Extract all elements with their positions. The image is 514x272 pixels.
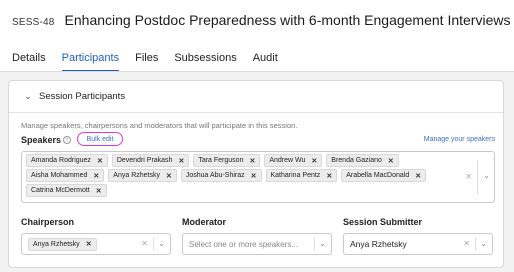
speaker-chip: Arabella MacDonald ✕ [341,169,427,182]
page-header: SESS-48 Enhancing Postdoc Preparedness w… [12,12,510,28]
chip-label: Aisha Mohammed [31,172,88,179]
speakers-multiselect[interactable]: Amanda Rodriguez ✕ Devendri Prakash ✕ Tara F… [21,151,495,203]
speaker-chip: Andrew Wu ✕ [264,154,323,167]
manage-speakers-link[interactable]: Manage your speakers [424,136,495,143]
speakers-label: Speakers [21,135,62,145]
chip-label: Katharina Pentz [270,172,321,179]
submitter-label: Session Submitter [343,217,423,227]
tab-bar: Details Participants Files Subsessions A… [12,52,278,72]
clear-icon[interactable]: ✕ [463,239,470,248]
submitter-value: Anya Rzhetsky [350,239,407,249]
remove-chip-icon[interactable]: ✕ [311,157,317,165]
bulk-edit-button[interactable]: Bulk edit [77,132,123,146]
remove-chip-icon[interactable]: ✕ [415,172,421,180]
remove-chip-icon[interactable]: ✕ [96,187,102,195]
submitter-field: Session Submitter Anya Rzhetsky ✕ ⌄ [343,217,493,255]
chairperson-chip: Anya Rzhetsky ✕ [28,237,97,251]
remove-chip-icon[interactable]: ✕ [178,157,184,165]
panel-title: Session Participants [39,91,126,102]
chevron-down-icon[interactable]: ⌄ [483,171,490,180]
speaker-chip: Katharina Pentz ✕ [265,169,338,182]
speaker-chip: Tara Ferguson ✕ [193,154,261,167]
divider [475,238,476,250]
divider [153,238,154,250]
chevron-down-icon[interactable]: ⌄ [480,239,487,248]
remove-chip-icon[interactable]: ✕ [93,172,99,180]
chip-label: Anya Rzhetsky [33,240,80,248]
chairperson-field: Chairperson Anya Rzhetsky ✕ ✕ ⌄ [21,217,171,255]
divider [477,160,478,194]
moderator-placeholder: Select one or more speakers... [189,239,298,249]
moderator-select[interactable]: Select one or more speakers... ⌄ [182,233,332,255]
chip-label: Amanda Rodriguez [31,157,91,164]
chip-label: Joshua Abu-Shiraz [185,172,245,179]
speaker-chip: Anya Rzhetsky ✕ [108,169,177,182]
chevron-down-icon[interactable]: ⌄ [158,239,165,248]
chevron-down-icon[interactable]: ⌄ [319,239,326,248]
remove-chip-icon[interactable]: ✕ [326,172,332,180]
remove-chip-icon[interactable]: ✕ [251,172,257,180]
speaker-chip: Amanda Rodriguez ✕ [26,154,108,167]
chairperson-label: Chairperson [21,217,75,227]
speaker-chip: Brenda Gaziano ✕ [326,154,399,167]
submitter-select[interactable]: Anya Rzhetsky ✕ ⌄ [343,233,493,255]
clear-icon[interactable]: ✕ [141,239,148,248]
remove-chip-icon[interactable]: ✕ [249,157,255,165]
speaker-chip-list: Amanda Rodriguez ✕ Devendri Prakash ✕ Tara F… [26,154,446,197]
tab-files[interactable]: Files [135,52,158,72]
chip-label: Brenda Gaziano [331,157,382,164]
clear-all-icon[interactable]: ✕ [465,172,472,181]
chairperson-select[interactable]: Anya Rzhetsky ✕ ✕ ⌄ [21,233,171,255]
speaker-chip: Devendri Prakash ✕ [111,154,190,167]
helper-text: Manage speakers, chairpersons and modera… [21,121,298,130]
chevron-down-icon[interactable]: ⌄ [21,91,35,102]
session-id: SESS-48 [12,17,55,28]
session-participants-panel: ⌄ Session Participants Manage speakers, … [8,80,504,268]
remove-chip-icon[interactable]: ✕ [86,240,92,248]
tab-subsessions[interactable]: Subsessions [174,52,236,72]
chip-label: Catrina McDermott [31,187,90,194]
remove-chip-icon[interactable]: ✕ [388,157,394,165]
info-icon[interactable]: i [63,136,71,144]
speaker-chip: Joshua Abu-Shiraz ✕ [180,169,262,182]
speakers-header: Speakers i Bulk edit Manage your speaker… [21,132,495,147]
tab-details[interactable]: Details [12,52,46,72]
chip-label: Anya Rzhetsky [113,172,160,179]
chip-label: Andrew Wu [269,157,306,164]
moderator-field: Moderator Select one or more speakers...… [182,217,332,255]
panel-header[interactable]: ⌄ Session Participants [9,81,503,113]
speaker-chip: Catrina McDermott ✕ [26,184,107,197]
page-title: Enhancing Postdoc Preparedness with 6-mo… [64,12,511,28]
chip-label: Devendri Prakash [116,157,173,164]
remove-chip-icon[interactable]: ✕ [166,172,172,180]
tab-participants[interactable]: Participants [61,52,120,72]
divider [314,238,315,250]
speaker-chip: Aisha Mohammed ✕ [26,169,105,182]
tab-audit[interactable]: Audit [253,52,278,72]
moderator-label: Moderator [182,217,227,227]
chip-label: Arabella MacDonald [346,172,410,179]
remove-chip-icon[interactable]: ✕ [97,157,103,165]
chip-label: Tara Ferguson [198,157,244,164]
